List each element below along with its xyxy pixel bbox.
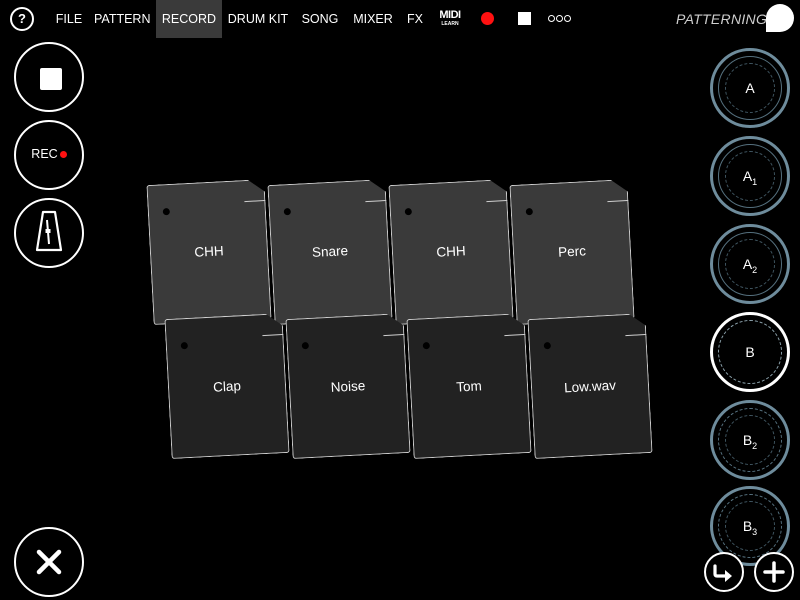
pad-label: Tom xyxy=(455,378,483,395)
pattern-button-a1[interactable]: A1 xyxy=(710,136,790,216)
redirect-button[interactable] xyxy=(704,552,744,592)
metronome-icon xyxy=(35,210,62,251)
close-icon xyxy=(36,549,61,574)
pattern-sub: 1 xyxy=(752,176,758,187)
stop-icon[interactable] xyxy=(518,12,531,25)
menu-mixer[interactable]: MIXER xyxy=(350,0,396,38)
pattern-sub: 2 xyxy=(752,440,758,451)
rec-button[interactable]: REC xyxy=(14,120,84,190)
pad-indicator-dot xyxy=(544,342,551,349)
plus-icon xyxy=(763,561,785,583)
drum-pad-3[interactable]: CHH xyxy=(388,179,513,325)
pad-label: Snare xyxy=(311,243,349,260)
pattern-label: A2 xyxy=(713,227,787,307)
more-options-icon[interactable] xyxy=(548,11,571,25)
pattern-label: A xyxy=(713,51,787,131)
pad-label: Noise xyxy=(330,378,366,395)
menu-pattern[interactable]: PATTERN xyxy=(94,0,150,38)
stop-button[interactable] xyxy=(14,42,84,112)
add-pattern-button[interactable] xyxy=(754,552,794,592)
drum-pad-6[interactable]: Noise xyxy=(285,313,410,459)
pattern-letter: A xyxy=(742,256,753,272)
pad-indicator-dot xyxy=(423,342,430,349)
pattern-sub: 2 xyxy=(752,264,758,275)
menu-drum-kit[interactable]: DRUM KIT xyxy=(226,0,290,38)
pad-indicator-dot xyxy=(302,342,309,349)
pad-label: CHH xyxy=(435,243,466,260)
midi-learn-label-bottom: LEARN xyxy=(441,21,459,27)
pattern-button-b2[interactable]: B2 xyxy=(710,400,790,480)
pad-label: Low.wav xyxy=(563,377,617,396)
pad-indicator-dot xyxy=(284,208,291,215)
menu-song[interactable]: SONG xyxy=(298,0,342,38)
stop-icon xyxy=(40,68,62,90)
drum-pad-8[interactable]: Low.wav xyxy=(527,313,652,459)
pattern-label: B2 xyxy=(713,403,787,483)
menu-fx[interactable]: FX xyxy=(404,0,426,38)
pad-indicator-dot xyxy=(405,208,412,215)
menu-record[interactable]: RECORD xyxy=(156,0,222,38)
pad-label: CHH xyxy=(193,243,224,260)
rec-button-label: REC xyxy=(16,122,82,187)
app-title: PATTERNING 2 xyxy=(676,11,780,27)
pattern-letter: B xyxy=(745,344,755,360)
pattern-button-b[interactable]: B xyxy=(710,312,790,392)
drum-pad-7[interactable]: Tom xyxy=(406,313,531,459)
midi-learn-label-top: MIDI xyxy=(439,9,461,21)
rec-text: REC xyxy=(31,147,58,161)
arrow-redirect-icon xyxy=(713,564,732,582)
pad-indicator-dot xyxy=(163,208,170,215)
close-button[interactable] xyxy=(14,527,84,597)
record-icon[interactable] xyxy=(481,12,494,25)
drum-pad-2[interactable]: Snare xyxy=(267,179,392,325)
help-button[interactable]: ? xyxy=(10,7,34,31)
pattern-label: A1 xyxy=(713,139,787,219)
pattern-sub: 3 xyxy=(752,526,758,537)
pad-label: Clap xyxy=(212,378,242,395)
drum-pad-4[interactable]: Perc xyxy=(509,179,634,325)
pattern-button-a[interactable]: A xyxy=(710,48,790,128)
drum-pad-1[interactable]: CHH xyxy=(146,179,271,325)
pattern-button-a2[interactable]: A2 xyxy=(710,224,790,304)
drum-pad-5[interactable]: Clap xyxy=(164,313,289,459)
pad-label: Perc xyxy=(557,243,587,260)
menu-file[interactable]: FILE xyxy=(52,0,86,38)
pattern-letter: B xyxy=(742,432,753,448)
pattern-label: B xyxy=(713,315,787,395)
pad-indicator-dot xyxy=(181,342,188,349)
midi-learn-button[interactable]: MIDI LEARN xyxy=(437,10,463,28)
metronome-button[interactable] xyxy=(14,198,84,268)
pattern-letter: B xyxy=(742,518,753,534)
top-menu-bar: ? FILE PATTERN RECORD DRUM KIT SONG MIXE… xyxy=(0,0,800,38)
pattern-letter: A xyxy=(745,80,755,96)
record-icon xyxy=(59,151,67,158)
pad-indicator-dot xyxy=(526,208,533,215)
app-logo-icon[interactable] xyxy=(766,4,794,32)
pattern-letter: A xyxy=(742,168,753,184)
